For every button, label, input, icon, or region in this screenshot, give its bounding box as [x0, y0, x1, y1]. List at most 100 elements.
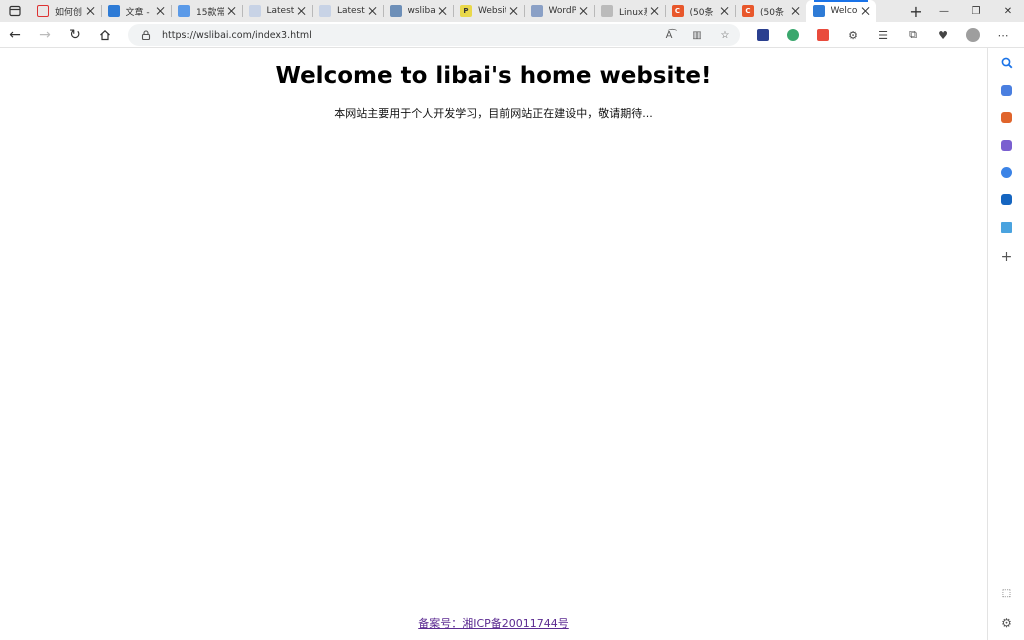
sidebar-search-button[interactable]	[988, 52, 1024, 74]
read-aloud-icon[interactable]: A͡	[662, 30, 676, 41]
collections-icon[interactable]: ⧉	[898, 28, 928, 42]
forward-button[interactable]: →	[30, 22, 60, 48]
restore-button[interactable]: ❐	[960, 0, 992, 22]
office-icon	[1001, 166, 1012, 178]
tab-close-icon[interactable]	[861, 6, 871, 16]
tab-6[interactable]: wslibai	[382, 0, 454, 22]
browser-toolbar: ← → ↻ https://wslibai.com/index3.html A͡…	[0, 22, 1024, 48]
plus-icon: +	[1000, 249, 1013, 265]
minimize-button[interactable]: —	[928, 0, 960, 22]
tab-list: 如何创 文章 - 15款常 Latest Latest wslibai P Websit Wor…	[30, 0, 904, 22]
back-button[interactable]: ←	[0, 22, 30, 48]
performance-icon[interactable]: ♥	[928, 29, 958, 42]
reading-view-icon[interactable]: ▥	[690, 30, 704, 41]
sidebar-office-button[interactable]	[988, 161, 1024, 183]
tab-title: (50条	[689, 7, 714, 18]
tab-close-icon[interactable]	[86, 6, 96, 16]
icp-record-link[interactable]: 备案号：湘ICP备20011744号	[0, 615, 987, 631]
extension-2-icon[interactable]	[778, 29, 808, 41]
tab-5[interactable]: Latest	[312, 0, 383, 22]
sidebar-hide-button[interactable]: ⬚	[988, 582, 1024, 604]
tab-title: (50条	[760, 7, 784, 18]
tab-close-icon[interactable]	[509, 6, 519, 16]
tab-favicon-icon: C	[742, 5, 754, 17]
extensions-puzzle-icon[interactable]: ⚙	[838, 29, 868, 42]
sidebar-tools-button[interactable]	[988, 106, 1024, 128]
favorites-icon[interactable]: ☰	[868, 29, 898, 42]
tab-favicon-icon	[812, 5, 825, 17]
tab-2[interactable]: 文章 -	[100, 0, 172, 22]
tab-close-icon[interactable]	[791, 6, 801, 16]
tab-close-icon[interactable]	[227, 6, 237, 16]
tab-actions-button[interactable]	[0, 0, 30, 22]
tab-title: wslibai	[407, 6, 436, 16]
tab-9[interactable]: Linux系	[594, 0, 665, 22]
tab-favicon-icon	[248, 5, 261, 17]
tab-favicon-icon: P	[460, 5, 472, 17]
tab-title: WordP	[548, 6, 577, 16]
home-icon	[100, 29, 110, 40]
sidebar-outlook-button[interactable]	[988, 188, 1024, 210]
sidebar-settings-button[interactable]: ⚙	[988, 612, 1024, 634]
tab-close-icon[interactable]	[368, 6, 378, 16]
tab-actions-icon	[9, 5, 21, 17]
profile-avatar[interactable]	[958, 28, 988, 42]
toolbox-icon	[1001, 111, 1012, 123]
tab-3[interactable]: 15款常	[171, 0, 242, 22]
tab-favicon-icon	[178, 5, 190, 17]
extension-3-icon[interactable]	[808, 29, 838, 41]
tab-close-icon[interactable]	[156, 6, 166, 16]
sidebar-shopping-button[interactable]	[988, 79, 1024, 101]
tab-close-icon[interactable]	[650, 6, 660, 16]
gear-icon: ⚙	[1001, 616, 1012, 630]
games-icon	[1001, 139, 1012, 151]
lock-icon	[141, 30, 151, 41]
more-menu-icon[interactable]: ⋯	[988, 29, 1018, 42]
tab-title: 15款常	[196, 7, 224, 18]
new-tab-button[interactable]: +	[904, 0, 928, 22]
refresh-icon: ↻	[69, 26, 81, 43]
tab-7[interactable]: P Websit	[453, 0, 524, 22]
outlook-icon	[1001, 193, 1012, 205]
page-content: Welcome to libai's home website! 本网站主要用于…	[0, 49, 987, 640]
sidebar-drop-button[interactable]	[988, 216, 1024, 238]
tab-title: Latest	[266, 6, 295, 16]
tab-title: 文章 -	[125, 7, 150, 18]
tab-12[interactable]: Welco	[805, 0, 876, 22]
tab-favicon-icon	[319, 5, 331, 17]
tab-title: 如何创	[55, 7, 83, 18]
tab-close-icon[interactable]	[297, 6, 307, 16]
edge-sidebar: + ⬚ ⚙	[987, 48, 1024, 640]
window-controls: — ❐ ✕	[928, 0, 1024, 22]
favorite-star-icon[interactable]: ☆	[718, 30, 732, 41]
address-bar[interactable]: https://wslibai.com/index3.html A͡ ▥ ☆	[128, 24, 740, 46]
send-icon	[1001, 221, 1012, 233]
tab-4[interactable]: Latest	[241, 0, 313, 22]
sidebar-add-button[interactable]: +	[988, 246, 1024, 268]
tab-favicon-icon	[107, 5, 120, 17]
tab-close-icon[interactable]	[579, 6, 589, 16]
tab-title: Linux系	[619, 7, 647, 18]
page-title: Welcome to libai's home website!	[275, 63, 712, 89]
tab-close-icon[interactable]	[438, 6, 448, 16]
tab-favicon-icon	[37, 5, 49, 17]
url-text[interactable]: https://wslibai.com/index3.html	[162, 30, 662, 41]
home-button[interactable]	[90, 22, 120, 48]
tab-title: Latest	[337, 6, 365, 16]
tab-close-icon[interactable]	[720, 6, 730, 16]
refresh-button[interactable]: ↻	[60, 22, 90, 48]
tab-8[interactable]: WordP	[523, 0, 595, 22]
extensions-area: ⚙ ☰ ⧉ ♥ ⋯	[748, 22, 1018, 48]
tab-11[interactable]: C (50条	[735, 0, 806, 22]
collapse-sidebar-icon: ⬚	[1001, 587, 1012, 599]
tab-10[interactable]: C (50条	[664, 0, 736, 22]
close-window-button[interactable]: ✕	[992, 0, 1024, 22]
tab-favicon-icon: C	[671, 5, 684, 17]
extension-1-icon[interactable]	[748, 29, 778, 41]
tab-title: Welco	[830, 6, 858, 16]
tab-1[interactable]: 如何创	[30, 0, 101, 22]
sidebar-games-button[interactable]	[988, 134, 1024, 156]
plus-icon: +	[909, 1, 923, 21]
tab-strip: 如何创 文章 - 15款常 Latest Latest wslibai P Websit Wor…	[0, 0, 1024, 22]
tab-title: Websit	[478, 6, 506, 16]
